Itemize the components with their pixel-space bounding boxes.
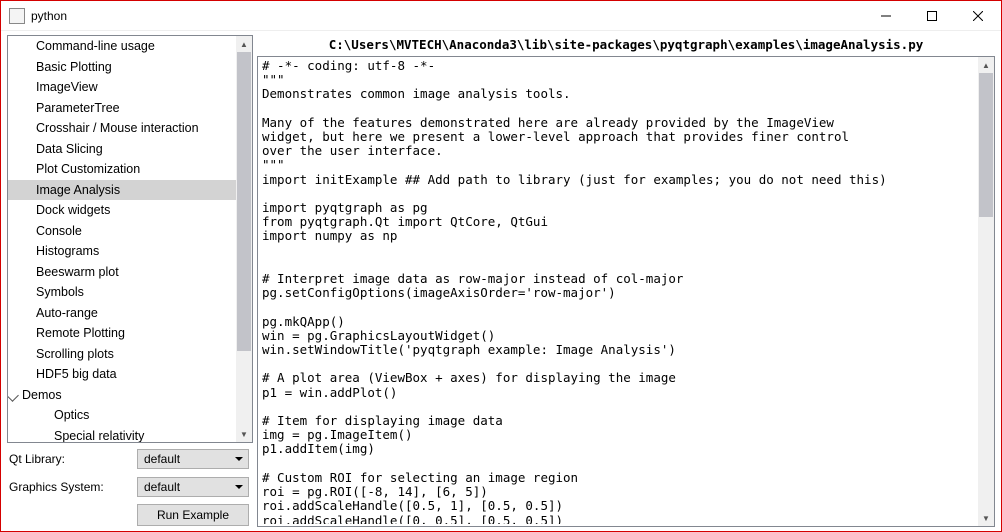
graphics-system-value: default [144, 480, 180, 494]
example-tree[interactable]: Command-line usageBasic PlottingImageVie… [8, 36, 236, 442]
tree-item[interactable]: Remote Plotting [8, 323, 236, 344]
tree-item[interactable]: Console [8, 221, 236, 242]
code-viewer: # -*- coding: utf-8 -*- """ Demonstrates… [257, 56, 995, 527]
tree-item[interactable]: Beeswarm plot [8, 262, 236, 283]
scroll-thumb[interactable] [237, 52, 251, 351]
scroll-track[interactable] [978, 73, 994, 510]
tree-item[interactable]: Data Slicing [8, 139, 236, 160]
scroll-down-icon[interactable]: ▼ [236, 426, 252, 442]
titlebar: python [1, 1, 1001, 31]
tree-item[interactable]: Optics [8, 405, 236, 426]
graphics-system-combo[interactable]: default [137, 477, 249, 497]
app-icon [9, 8, 25, 24]
scroll-up-icon[interactable]: ▲ [978, 57, 994, 73]
scroll-track[interactable] [236, 52, 252, 426]
example-tree-container: Command-line usageBasic PlottingImageVie… [7, 35, 253, 443]
left-pane: Command-line usageBasic PlottingImageVie… [1, 31, 253, 531]
tree-scrollbar[interactable]: ▲ ▼ [236, 36, 252, 442]
graphics-system-label: Graphics System: [7, 480, 137, 494]
right-pane: C:\Users\MVTECH\Anaconda3\lib\site-packa… [253, 31, 1001, 531]
run-example-button[interactable]: Run Example [137, 504, 249, 526]
minimize-button[interactable] [863, 1, 909, 30]
content-area: Command-line usageBasic PlottingImageVie… [1, 31, 1001, 531]
window-title: python [31, 9, 863, 23]
tree-item[interactable]: Histograms [8, 241, 236, 262]
scroll-up-icon[interactable]: ▲ [236, 36, 252, 52]
tree-item[interactable]: Auto-range [8, 303, 236, 324]
tree-item[interactable]: ImageView [8, 77, 236, 98]
qt-library-value: default [144, 452, 180, 466]
tree-item[interactable]: Image Analysis [8, 180, 236, 201]
tree-item[interactable]: Special relativity [8, 426, 236, 443]
tree-item[interactable]: Demos [8, 385, 236, 406]
tree-item[interactable]: Symbols [8, 282, 236, 303]
qt-library-label: Qt Library: [7, 452, 137, 466]
scroll-down-icon[interactable]: ▼ [978, 510, 994, 526]
tree-item[interactable]: Basic Plotting [8, 57, 236, 78]
tree-item[interactable]: Dock widgets [8, 200, 236, 221]
minimize-icon [881, 11, 891, 21]
code-scrollbar[interactable]: ▲ ▼ [978, 57, 994, 526]
controls-grid: Qt Library: default Graphics System: def… [7, 447, 253, 527]
tree-item[interactable]: Crosshair / Mouse interaction [8, 118, 236, 139]
tree-item[interactable]: Command-line usage [8, 36, 236, 57]
code-text[interactable]: # -*- coding: utf-8 -*- """ Demonstrates… [262, 59, 976, 524]
tree-item[interactable]: Scrolling plots [8, 344, 236, 365]
maximize-icon [927, 11, 937, 21]
window-control-group [863, 1, 1001, 30]
tree-item[interactable]: Plot Customization [8, 159, 236, 180]
close-button[interactable] [955, 1, 1001, 30]
tree-item[interactable]: HDF5 big data [8, 364, 236, 385]
app-window: python Command-line usageBasic PlottingI… [0, 0, 1002, 532]
maximize-button[interactable] [909, 1, 955, 30]
tree-item[interactable]: ParameterTree [8, 98, 236, 119]
file-path-label: C:\Users\MVTECH\Anaconda3\lib\site-packa… [257, 35, 995, 56]
close-icon [973, 11, 983, 21]
scroll-thumb[interactable] [979, 73, 993, 217]
qt-library-combo[interactable]: default [137, 449, 249, 469]
